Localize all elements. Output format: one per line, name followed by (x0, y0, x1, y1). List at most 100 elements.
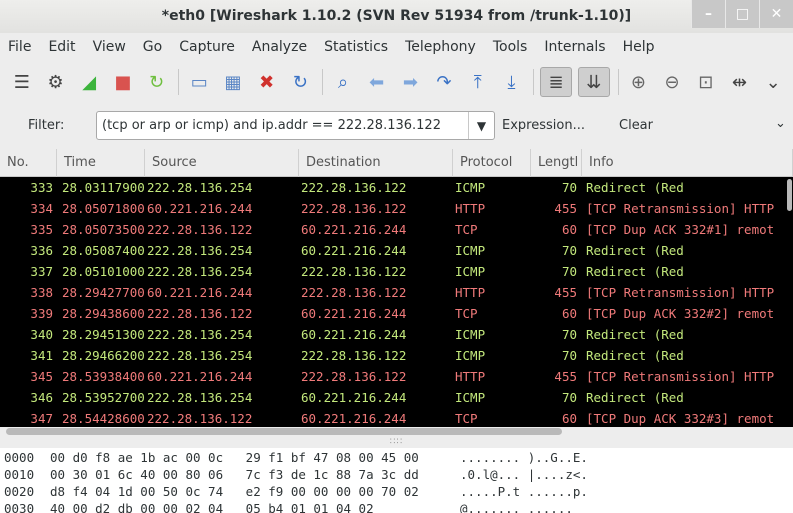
display-filter-input[interactable] (96, 111, 495, 140)
expression-button[interactable]: Expression... (502, 118, 585, 133)
packet-destination: 60.221.216.244 (301, 411, 407, 426)
menu-telephony[interactable]: Telephony (405, 39, 476, 55)
menu-analyze[interactable]: Analyze (252, 39, 307, 55)
colorize-button[interactable]: ≣ (540, 67, 572, 97)
packet-row[interactable]: 346 28.53952700(222.28.136.254 60.221.216.… (0, 387, 793, 408)
column-header-lengtl[interactable]: Lengtl (531, 149, 582, 177)
menu-tools[interactable]: Tools (493, 39, 528, 55)
stop-capture-button[interactable]: ■ (109, 67, 137, 97)
maximize-button[interactable]: □ (725, 0, 759, 28)
column-header-info[interactable]: Info (582, 149, 793, 177)
zoom-out-button[interactable]: ⊖ (658, 67, 686, 97)
go-back-button[interactable]: ⬅ (363, 67, 391, 97)
column-header-no[interactable]: No. (0, 149, 57, 177)
menu-edit[interactable]: Edit (48, 39, 75, 55)
packet-number: 336 (30, 243, 53, 258)
interfaces-button[interactable]: ☰ (8, 67, 36, 97)
bytes-offset[interactable]: 0010 (4, 467, 34, 482)
pane-splitter-handle[interactable]: ∷∷ (0, 436, 793, 448)
zoom-in-icon: ⊕ (630, 71, 646, 93)
packet-row[interactable]: 341 28.29466200(222.28.136.254 222.28.136.… (0, 345, 793, 366)
packet-list-header: No. Time Source Destination Protocol Lengtl In… (0, 149, 793, 177)
packet-row[interactable]: 335 28.05073500(222.28.136.122 60.221.216.… (0, 219, 793, 240)
reload-button[interactable]: ↻ (286, 67, 314, 97)
horizontal-scroll-thumb[interactable] (6, 428, 562, 435)
column-header-destination[interactable]: Destination (299, 149, 453, 177)
packet-row[interactable]: 338 28.29427700(60.221.216.244 222.28.136.… (0, 282, 793, 303)
packet-row[interactable]: 337 28.05101000(222.28.136.254 222.28.136.… (0, 261, 793, 282)
go-forward-button[interactable]: ➡ (397, 67, 425, 97)
minimize-button[interactable]: – (691, 0, 725, 28)
more-tools-button[interactable]: ⌄ (759, 67, 787, 97)
packet-info: Redirect (Red (586, 264, 684, 279)
find-packet-button[interactable]: ⌕ (329, 67, 357, 97)
packet-list-vertical-scrollbar[interactable] (786, 177, 793, 427)
column-header-source[interactable]: Source (145, 149, 299, 177)
normal-size-button[interactable]: ⊡ (692, 67, 720, 97)
interfaces-icon: ☰ (13, 71, 30, 93)
restart-capture-button[interactable]: ↻ (143, 67, 171, 97)
save-file-button[interactable]: ▦ (219, 67, 247, 97)
vertical-scroll-thumb[interactable] (787, 179, 792, 211)
column-header-time[interactable]: Time (57, 149, 145, 177)
menu-file[interactable]: File (8, 39, 31, 55)
bytes-hex[interactable]: d8 f4 04 1d 00 50 0c 74 e2 f9 00 00 00 0… (50, 484, 419, 499)
bytes-ascii[interactable]: .0.l@... |....z<. (460, 467, 588, 482)
close-file-button[interactable]: ✖ (253, 67, 281, 97)
filter-history-dropdown[interactable]: ▼ (468, 112, 494, 139)
filter-overflow-chevron-icon[interactable]: ⌄ (775, 116, 786, 131)
bytes-offset[interactable]: 0030 (4, 501, 34, 513)
packet-protocol: ICMP (455, 180, 486, 195)
menu-help[interactable]: Help (623, 39, 655, 55)
open-file-button[interactable]: ▭ (185, 67, 213, 97)
last-packet-button[interactable]: ⤓ (498, 67, 526, 97)
start-capture-button[interactable]: ◢ (75, 67, 103, 97)
bytes-hex[interactable]: 40 00 d2 db 00 00 02 04 05 b4 01 01 04 0… (50, 501, 374, 513)
first-packet-icon: ⤒ (473, 71, 482, 93)
packet-destination: 60.221.216.244 (301, 306, 407, 321)
packet-length: 70 (561, 243, 577, 258)
menu-view[interactable]: View (93, 39, 126, 55)
packet-protocol: ICMP (455, 390, 486, 405)
packet-destination: 60.221.216.244 (301, 243, 407, 258)
packet-destination: 222.28.136.122 (301, 264, 407, 279)
menu-capture[interactable]: Capture (179, 39, 235, 55)
packet-row[interactable]: 334 28.05071800(60.221.216.244 222.28.136.… (0, 198, 793, 219)
stop-capture-icon: ■ (114, 71, 132, 93)
clear-filter-button[interactable]: Clear (619, 118, 653, 133)
bytes-hex[interactable]: 00 d0 f8 ae 1b ac 00 0c 29 f1 bf 47 08 0… (50, 450, 419, 465)
menu-internals[interactable]: Internals (544, 39, 605, 55)
bytes-ascii[interactable]: .....P.t ......p. (460, 484, 588, 499)
go-to-packet-icon: ↷ (436, 71, 452, 93)
packet-info: Redirect (Red (586, 243, 684, 258)
packet-length: 60 (561, 306, 577, 321)
resize-columns-button[interactable]: ⇹ (726, 67, 754, 97)
packet-list-horizontal-scrollbar[interactable] (0, 427, 793, 436)
packet-row[interactable]: 345 28.53938400(60.221.216.244 222.28.136.… (0, 366, 793, 387)
packet-row[interactable]: 339 28.29438600(222.28.136.122 60.221.216.… (0, 303, 793, 324)
packet-row[interactable]: 333 28.03117900(222.28.136.254 222.28.136.… (0, 177, 793, 198)
first-packet-button[interactable]: ⤒ (464, 67, 492, 97)
menu-statistics[interactable]: Statistics (324, 39, 388, 55)
zoom-in-button[interactable]: ⊕ (625, 67, 653, 97)
packet-row[interactable]: 347 28.54428600(222.28.136.122 60.221.216.… (0, 408, 793, 427)
packet-destination: 222.28.136.122 (301, 201, 407, 216)
bytes-ascii[interactable]: ........ )..G..E. (460, 450, 588, 465)
autoscroll-button[interactable]: ⇊ (577, 67, 610, 97)
packet-length: 70 (561, 348, 577, 363)
column-header-protocol[interactable]: Protocol (453, 149, 531, 177)
bytes-offset[interactable]: 0020 (4, 484, 34, 499)
save-file-icon: ▦ (224, 71, 242, 93)
packet-row[interactable]: 336 28.05087400(222.28.136.254 60.221.216.… (0, 240, 793, 261)
options-icon: ⚙ (47, 71, 64, 93)
close-window-button[interactable]: ✕ (759, 0, 793, 28)
bytes-hex[interactable]: 00 30 01 6c 40 00 80 06 7c f3 de 1c 88 7… (50, 467, 419, 482)
packet-row[interactable]: 340 28.29451300(222.28.136.254 60.221.216.… (0, 324, 793, 345)
menu-go[interactable]: Go (143, 39, 162, 55)
main-toolbar: ☰ ⚙ ◢ ■ ↻ ▭ ▦ ✖ ↻ ⌕ ⬅ ➡ ↷ ⤒ ⤓ ≣ ⇊ ⊕ ⊖ ⊡ ⇹ ⌄ (0, 62, 793, 102)
bytes-offset[interactable]: 0000 (4, 450, 34, 465)
packet-source: 222.28.136.254 (147, 180, 253, 195)
options-button[interactable]: ⚙ (42, 67, 70, 97)
go-to-packet-button[interactable]: ↷ (430, 67, 458, 97)
bytes-ascii[interactable]: @....... ...... (460, 501, 573, 513)
